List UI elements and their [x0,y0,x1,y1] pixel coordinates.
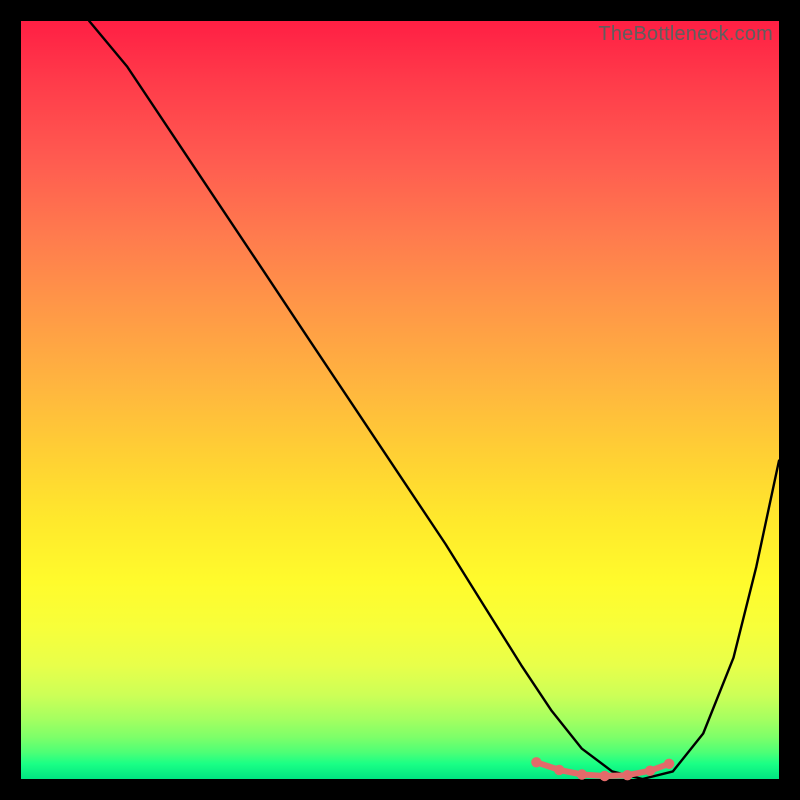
chart-frame: TheBottleneck.com [21,21,779,779]
curve-layer [21,21,779,779]
bottleneck-curve [89,21,779,779]
